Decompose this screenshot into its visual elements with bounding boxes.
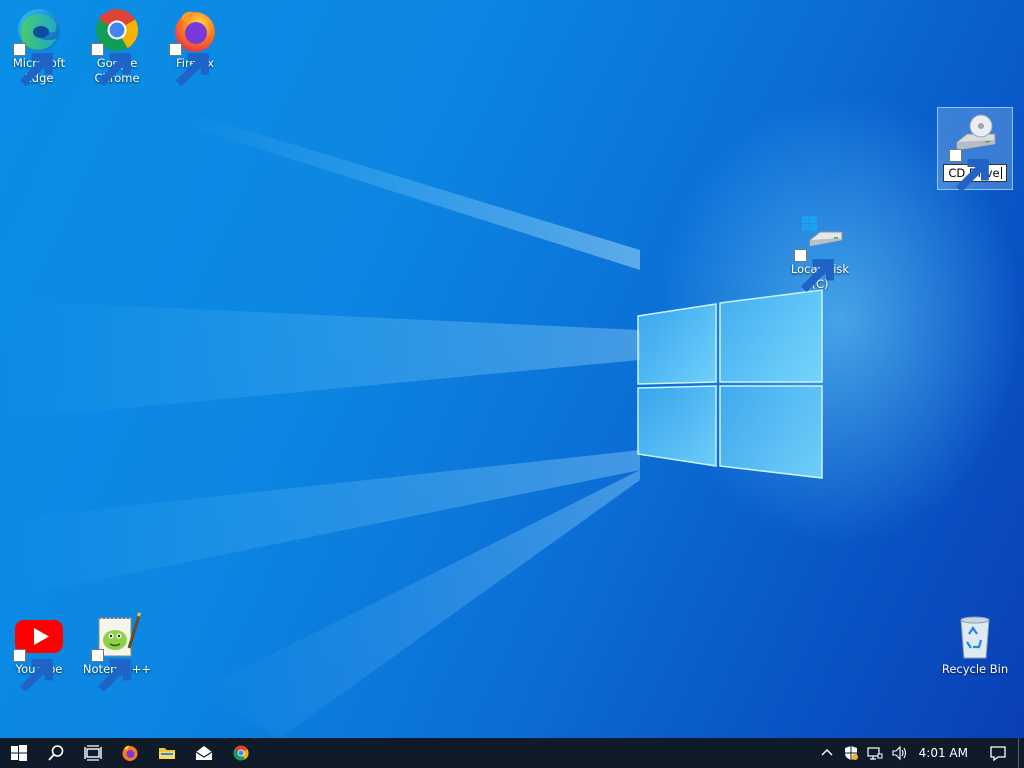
desktop-icon-label: Recycle Bin xyxy=(941,662,1009,676)
chevron-up-icon xyxy=(821,749,833,756)
folder-icon xyxy=(158,748,175,759)
network-icon xyxy=(867,747,883,760)
text-caret xyxy=(1000,167,1002,179)
desktop-icon-chrome[interactable]: Google Chrome xyxy=(79,2,155,87)
taskbar-clock[interactable]: 4:01 AM xyxy=(911,746,978,760)
search-icon xyxy=(47,745,63,761)
shortcut-arrow-icon xyxy=(13,649,53,693)
volume-tray-button[interactable] xyxy=(887,738,911,768)
search-button[interactable] xyxy=(37,738,74,768)
mail-taskbar[interactable] xyxy=(185,738,222,768)
task-view-icon xyxy=(83,745,102,761)
security-shield-icon xyxy=(844,746,858,760)
shortcut-arrow-icon xyxy=(13,43,53,87)
file-explorer-taskbar[interactable] xyxy=(148,738,185,768)
shortcut-arrow-icon xyxy=(794,249,834,293)
shortcut-arrow-icon xyxy=(949,149,989,193)
desktop-icon-notepad-plus-plus[interactable]: Notepad++ xyxy=(79,608,155,693)
firefox-icon xyxy=(122,745,137,761)
shortcut-arrow-icon xyxy=(91,649,131,693)
firefox-taskbar[interactable] xyxy=(111,738,148,768)
hard-drive-icon xyxy=(794,212,844,293)
windows-logo-wallpaper xyxy=(637,289,823,479)
start-button[interactable] xyxy=(0,738,37,768)
mail-icon xyxy=(195,746,212,760)
chrome-icon xyxy=(232,745,249,761)
action-center-icon xyxy=(990,746,1006,762)
system-tray: 4:01 AM xyxy=(815,738,1024,768)
task-view-button[interactable] xyxy=(74,738,111,768)
firefox-icon xyxy=(169,6,219,87)
chrome-taskbar[interactable] xyxy=(222,738,259,768)
taskbar: 4:01 AM xyxy=(0,738,1024,768)
windows-start-icon xyxy=(10,745,27,761)
recycle-bin-icon xyxy=(951,612,999,660)
desktop-icon-firefox[interactable]: Firefox xyxy=(157,2,233,87)
security-tray-button[interactable] xyxy=(839,738,863,768)
desktop-icon-edge[interactable]: Microsoft Edge xyxy=(1,2,77,87)
action-center-button[interactable] xyxy=(978,738,1018,768)
chrome-icon xyxy=(91,6,141,87)
show-desktop-button[interactable] xyxy=(1018,738,1024,768)
network-tray-button[interactable] xyxy=(863,738,887,768)
desktop-icon-local-disk[interactable]: Local Disk (C) xyxy=(781,208,859,293)
desktop-icon-recycle-bin[interactable]: Recycle Bin xyxy=(937,608,1013,677)
desktop[interactable]: Microsoft Edge Google Chrome Firefox CD … xyxy=(0,0,1024,738)
shortcut-arrow-icon xyxy=(91,43,131,87)
notepad-plus-plus-icon xyxy=(91,612,142,693)
desktop-icon-youtube[interactable]: YouTube xyxy=(1,608,77,693)
youtube-icon xyxy=(13,612,63,693)
shortcut-arrow-icon xyxy=(169,43,209,87)
desktop-icon-cd-drive[interactable]: CD Drive xyxy=(937,107,1013,193)
edge-icon xyxy=(13,6,63,87)
cd-drive-icon xyxy=(949,112,999,193)
show-hidden-icons-button[interactable] xyxy=(815,738,839,768)
volume-icon xyxy=(892,745,906,761)
